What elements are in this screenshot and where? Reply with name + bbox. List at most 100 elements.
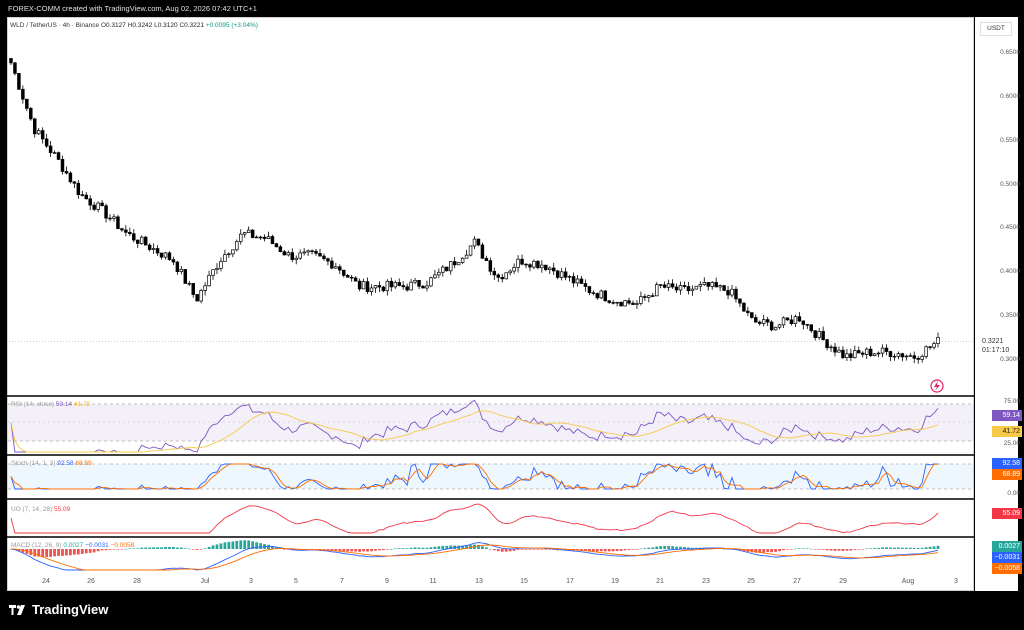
candle bbox=[437, 271, 441, 276]
macd-signal-badge: −0.0058 bbox=[992, 563, 1022, 574]
macd-histogram-bar bbox=[794, 548, 797, 550]
candle bbox=[223, 254, 227, 262]
candle bbox=[195, 294, 199, 302]
macd-histogram-bar bbox=[179, 547, 183, 549]
macd-histogram-bar bbox=[405, 548, 409, 549]
candle bbox=[718, 285, 722, 288]
countdown-label: 01:17:10 bbox=[982, 347, 1010, 354]
macd-histogram-bar bbox=[350, 549, 354, 552]
candle bbox=[409, 281, 413, 291]
macd-histogram-bar bbox=[635, 549, 639, 550]
candle bbox=[425, 285, 429, 289]
rsi-band bbox=[8, 404, 974, 441]
candle bbox=[488, 260, 493, 272]
macd-histogram-bar bbox=[912, 547, 916, 549]
candle bbox=[892, 355, 897, 358]
candle bbox=[29, 108, 33, 120]
candle bbox=[40, 130, 45, 140]
current-price-label: 0.3221 bbox=[982, 338, 1004, 345]
candle bbox=[559, 271, 564, 278]
macd-histogram-bar bbox=[900, 547, 904, 549]
candle bbox=[694, 285, 699, 290]
candle bbox=[96, 202, 100, 210]
macd-histogram-bar bbox=[920, 547, 924, 549]
candle bbox=[445, 266, 449, 272]
macd-histogram-bar bbox=[671, 546, 674, 549]
macd-histogram-bar bbox=[417, 547, 421, 549]
candle bbox=[468, 245, 473, 256]
candle bbox=[532, 260, 536, 268]
macd-histogram-bar bbox=[881, 547, 884, 549]
candle bbox=[837, 349, 841, 353]
candle bbox=[849, 353, 853, 358]
time-axis-label: 7 bbox=[340, 578, 344, 585]
macd-histogram-bar bbox=[65, 549, 68, 556]
macd-histogram-bar bbox=[247, 540, 251, 549]
macd-histogram-bar bbox=[33, 549, 37, 557]
macd-histogram-bar bbox=[790, 549, 793, 550]
candle bbox=[21, 88, 25, 100]
macd-histogram-bar bbox=[893, 547, 896, 549]
candle bbox=[112, 216, 116, 219]
candle bbox=[389, 280, 394, 288]
macd-histogram-bar bbox=[524, 549, 528, 550]
candle bbox=[924, 346, 928, 357]
macd-histogram-bar bbox=[865, 548, 869, 550]
symbol-name[interactable]: WLD / TetherUS · 4h · Binance bbox=[10, 22, 99, 29]
candle bbox=[147, 244, 152, 250]
candle bbox=[155, 248, 160, 254]
currency-button[interactable]: USDT bbox=[980, 22, 1012, 36]
candle bbox=[555, 270, 560, 278]
macd-histogram-bar bbox=[853, 549, 857, 550]
price-tick: 0.5500 bbox=[1000, 136, 1020, 144]
candle bbox=[179, 269, 184, 272]
macd-histogram-bar bbox=[88, 549, 92, 553]
candle bbox=[670, 283, 675, 288]
candle bbox=[124, 229, 128, 233]
macd-histogram-bar bbox=[782, 549, 785, 551]
macd-histogram-bar bbox=[255, 542, 258, 549]
macd-histogram-bar bbox=[825, 549, 829, 551]
candle bbox=[314, 250, 318, 254]
macd-histogram-bar bbox=[401, 548, 405, 549]
candle bbox=[262, 236, 267, 239]
high-value: 0.3242 bbox=[132, 22, 153, 29]
candle bbox=[833, 346, 837, 353]
candle bbox=[139, 236, 144, 244]
macd-histogram-bar bbox=[595, 549, 599, 552]
stoch-legend: Stoch (14, 1, 3) 92.58 68.89 bbox=[11, 460, 92, 467]
tradingview-logo[interactable]: TradingView bbox=[9, 602, 108, 617]
candle bbox=[433, 274, 437, 279]
candle bbox=[845, 353, 849, 358]
macd-histogram-bar bbox=[57, 549, 60, 556]
candle bbox=[758, 321, 762, 324]
candle bbox=[627, 300, 631, 304]
macd-histogram-bar bbox=[762, 549, 766, 553]
macd-histogram-bar bbox=[393, 548, 397, 550]
time-axis-label: 28 bbox=[133, 578, 141, 585]
open-value: 0.3127 bbox=[106, 22, 126, 29]
candle bbox=[516, 258, 520, 268]
candle bbox=[888, 351, 893, 357]
macd-histogram-bar bbox=[817, 549, 821, 550]
candle bbox=[68, 172, 73, 183]
candle bbox=[282, 251, 287, 256]
macd-histogram-bar bbox=[873, 548, 877, 549]
rsi-legend: RSI (14, close) 59.14 41.72 bbox=[11, 401, 91, 408]
macd-histogram-bar bbox=[76, 549, 80, 555]
candle bbox=[647, 295, 651, 298]
candle bbox=[928, 346, 932, 348]
candle bbox=[658, 284, 663, 286]
candle bbox=[524, 263, 528, 266]
macd-histogram-bar bbox=[857, 549, 861, 550]
candle bbox=[171, 259, 176, 263]
close-value: 0.3221 bbox=[184, 22, 205, 29]
candle bbox=[738, 298, 742, 304]
bolt-icon-glyph bbox=[934, 381, 940, 391]
candle bbox=[128, 231, 132, 235]
macd-histogram-bar bbox=[211, 545, 215, 549]
candle bbox=[330, 260, 334, 269]
uo-legend: UO (7, 14, 28) 55.09 bbox=[11, 506, 71, 513]
macd-histogram-bar bbox=[381, 549, 385, 551]
macd-histogram-bar bbox=[215, 544, 219, 549]
